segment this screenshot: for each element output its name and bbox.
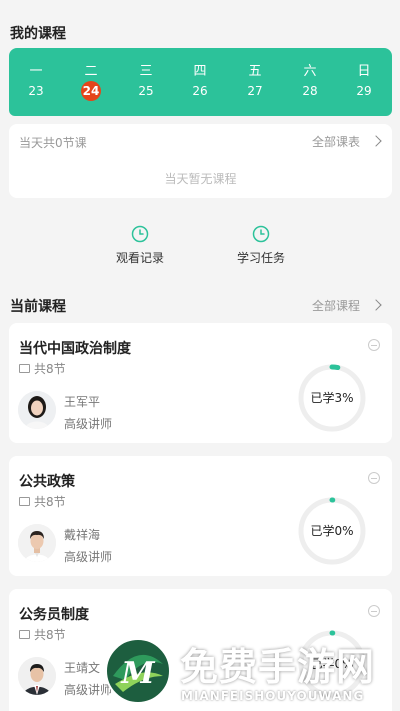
page-title: 我的课程 (10, 26, 66, 42)
day-lesson-count: 当天共0节课 (19, 136, 87, 150)
course-title: 公务员制度 (19, 607, 89, 623)
calendar-day[interactable]: 四 26 (173, 48, 227, 116)
teacher-title: 高级讲师 (64, 417, 113, 431)
weekday-label: 一 (29, 64, 43, 79)
list-icon (19, 497, 30, 506)
weekday-label: 三 (139, 64, 153, 79)
teacher-title: 高级讲师 (64, 550, 113, 564)
all-courses-label: 全部课程 (311, 299, 360, 313)
teacher-name: 王军平 (64, 395, 101, 409)
chevron-right-icon (370, 135, 382, 147)
course-title: 公共政策 (19, 474, 75, 490)
calendar-day[interactable]: 一 23 (9, 48, 63, 116)
clock-icon (131, 225, 149, 243)
lesson-count: 共8节 (19, 493, 66, 510)
current-courses-title: 当前课程 (10, 299, 66, 315)
date-label-today: 24 (81, 81, 101, 101)
weekday-label: 四 (193, 64, 207, 79)
teacher-name: 王靖文 (64, 661, 101, 675)
course-card[interactable]: 当代中国政治制度 共8节 王军平 高级讲师 已学3% (9, 323, 392, 443)
collapse-icon[interactable] (368, 605, 380, 617)
lesson-count-label: 共8节 (34, 495, 66, 509)
lesson-count: 共8节 (19, 626, 66, 643)
weekday-label: 二 (84, 64, 98, 79)
day-schedule-card: 当天共0节课 全部课表 当天暂无课程 (9, 124, 392, 198)
calendar-day[interactable]: 三 25 (119, 48, 173, 116)
progress-label: 已学0% (310, 524, 354, 538)
clock-icon (252, 225, 270, 243)
date-label: 29 (356, 84, 372, 98)
study-tasks-button[interactable]: 学习任务 (221, 225, 301, 266)
course-card[interactable]: 公共政策 共8节 戴祥海 高级讲师 已学0% (9, 456, 392, 576)
weekday-label: 六 (303, 64, 317, 79)
study-tasks-label: 学习任务 (236, 251, 285, 265)
date-label: 27 (247, 84, 263, 98)
watch-history-button[interactable]: 观看记录 (100, 225, 180, 266)
all-schedule-link[interactable]: 全部课表 (311, 133, 382, 150)
progress-label: 已学3% (310, 391, 354, 405)
calendar-day[interactable]: 五 27 (228, 48, 282, 116)
watch-history-label: 观看记录 (115, 251, 164, 265)
chevron-right-icon (370, 299, 382, 311)
calendar-day-today[interactable]: 二 24 (64, 48, 118, 116)
collapse-icon[interactable] (368, 339, 380, 351)
weekday-label: 日 (357, 64, 371, 79)
watermark-subtext: MIANFEISHOUYOUWANG (181, 689, 365, 703)
svg-text:M: M (120, 656, 155, 691)
course-title: 当代中国政治制度 (19, 341, 131, 357)
list-icon (19, 364, 30, 373)
collapse-icon[interactable] (368, 472, 380, 484)
avatar (18, 524, 56, 562)
date-label: 28 (302, 84, 318, 98)
watermark-logo-icon: M (105, 638, 171, 704)
lesson-count-label: 共8节 (34, 362, 66, 376)
date-label: 23 (28, 84, 44, 98)
list-icon (19, 630, 30, 639)
weekday-label: 五 (248, 64, 262, 79)
empty-state-text: 当天暂无课程 (164, 172, 237, 186)
all-schedule-label: 全部课表 (311, 135, 360, 149)
teacher-name: 戴祥海 (64, 528, 101, 542)
calendar-day[interactable]: 六 28 (283, 48, 337, 116)
avatar (18, 657, 56, 695)
watermark-text: 免费手游网 (180, 645, 376, 689)
date-label: 25 (138, 84, 154, 98)
calendar-day[interactable]: 日 29 (337, 48, 391, 116)
week-calendar: 一 23 二 24 三 25 四 26 五 27 六 28 日 29 (9, 48, 392, 116)
lesson-count: 共8节 (19, 360, 66, 377)
avatar (18, 391, 56, 429)
date-label: 26 (192, 84, 208, 98)
lesson-count-label: 共8节 (34, 628, 66, 642)
all-courses-link[interactable]: 全部课程 (311, 297, 382, 314)
